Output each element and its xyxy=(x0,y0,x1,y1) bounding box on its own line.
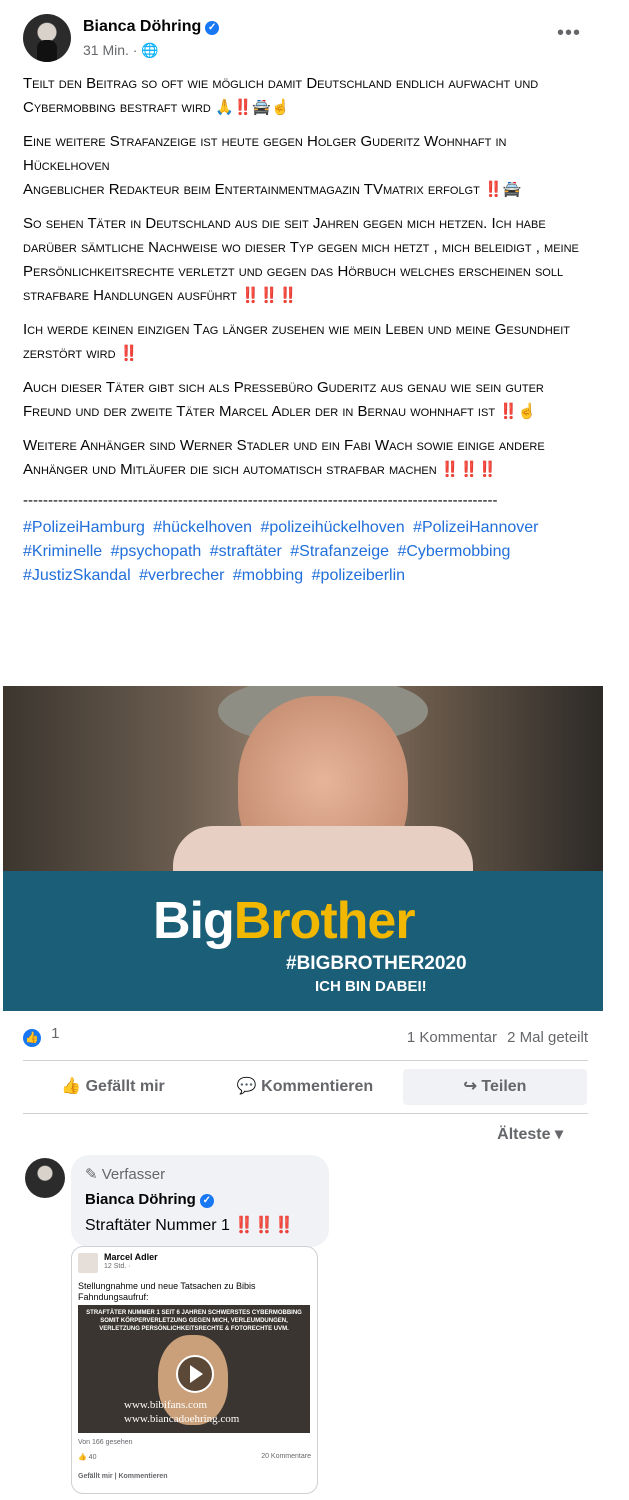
share-button[interactable]: ↪ Teilen xyxy=(403,1069,587,1105)
comment-button[interactable]: 💬 Kommentieren xyxy=(215,1069,395,1105)
attachment-author: Marcel Adler xyxy=(104,1252,158,1262)
like-button[interactable]: 👍 Gefällt mir xyxy=(23,1069,203,1105)
author-avatar[interactable] xyxy=(23,14,71,62)
engagement-counts: 1 Kommentar 2 Mal geteilt xyxy=(407,1029,588,1046)
commenter-avatar[interactable] xyxy=(25,1158,65,1198)
video-url: www.biancadoehring.com xyxy=(124,1413,240,1425)
hashtag-link[interactable]: #mobbing xyxy=(233,567,303,584)
attachment-video: STRAFTÄTER NUMMER 1 SEIT 6 JAHREN SCHWER… xyxy=(78,1305,310,1433)
comment-author[interactable]: Bianca Döhring ✓ xyxy=(85,1191,214,1208)
share-icon: ↪ xyxy=(463,1078,477,1095)
comment-bubble: ✎ Verfasser Bianca Döhring ✓ Straftäter N… xyxy=(71,1155,329,1247)
chevron-down-icon: ▾ xyxy=(554,1126,563,1143)
attachment-views: Von 166 gesehen xyxy=(78,1439,133,1446)
post-meta: 31 Min. · 🌐 xyxy=(83,42,159,59)
hashtag-link[interactable]: #straftäter xyxy=(210,543,282,560)
video-url: www.bibifans.com xyxy=(124,1399,207,1411)
post-stats: 👍 1 1 Kommentar 2 Mal geteilt xyxy=(23,1025,588,1053)
post-time[interactable]: 31 Min. · xyxy=(83,42,137,58)
post-paragraph: Eine weitere Strafanzeige ist heute gege… xyxy=(23,133,507,174)
hashtag-link[interactable]: #polizeihückelhoven xyxy=(261,519,405,536)
verified-badge-icon: ✓ xyxy=(199,1194,214,1208)
hashtag-link[interactable]: #hückelhoven xyxy=(153,519,252,536)
hashtag-list: #PolizeiHamburg #hückelhoven #polizeihüc… xyxy=(23,516,588,588)
hashtag-link[interactable]: #PolizeiHamburg xyxy=(23,519,145,536)
hashtag-link[interactable]: #psychopath xyxy=(111,543,202,560)
hashtag-link[interactable]: #polizeiberlin xyxy=(312,567,405,584)
attachment-avatar xyxy=(78,1253,98,1273)
verified-badge-icon: ✓ xyxy=(205,21,220,35)
pencil-icon: ✎ xyxy=(85,1166,98,1183)
hashtag-link[interactable]: #Cybermobbing xyxy=(397,543,510,560)
attachment-likes: 👍 40 xyxy=(78,1454,97,1461)
play-icon xyxy=(176,1355,214,1393)
hashtag-link[interactable]: #Kriminelle xyxy=(23,543,102,560)
video-caption: STRAFTÄTER NUMMER 1 SEIT 6 JAHREN SCHWER… xyxy=(86,1310,302,1332)
post-paragraph: So sehen Täter in Deutschland aus die se… xyxy=(23,215,579,304)
comment-attachment[interactable]: Marcel Adler 12 Std. · Stellungnahme und… xyxy=(71,1246,318,1494)
separator-line: ----------------------------------------… xyxy=(23,492,498,509)
post-paragraph: Auch dieser Täter gibt sich als Pressebü… xyxy=(23,379,544,420)
author-tag: ✎ Verfasser xyxy=(85,1166,166,1183)
globe-icon: 🌐 xyxy=(141,42,159,58)
attachment-time: 12 Std. · xyxy=(104,1263,131,1270)
comment-sort-dropdown[interactable]: Älteste ▾ xyxy=(497,1124,563,1144)
attachment-text: Stellungnahme und neue Tatsachen zu Bibi… xyxy=(78,1281,256,1302)
image-subtitle: ICH BIN DABEI! xyxy=(315,978,427,995)
like-reaction-icon[interactable]: 👍 xyxy=(23,1029,41,1047)
big-brother-logo: BigBrother xyxy=(153,892,416,950)
post-paragraph: Ich werde keinen einzigen Tag länger zus… xyxy=(23,321,570,362)
image-hashtag: #BIGBROTHER2020 xyxy=(286,953,467,974)
post-body: Teilt den Beitrag so oft wie möglich dam… xyxy=(23,72,588,588)
like-count[interactable]: 1 xyxy=(51,1025,59,1042)
post-actions: 👍 Gefällt mir 💬 Kommentieren ↪ Teilen xyxy=(23,1060,588,1114)
share-count[interactable]: 2 Mal geteilt xyxy=(507,1029,588,1046)
comment-text: Straftäter Nummer 1 ‼️‼️‼️ xyxy=(85,1217,295,1234)
thumb-up-icon: 👍 xyxy=(61,1078,82,1095)
post-paragraph: Weitere Anhänger sind Werner Stadler und… xyxy=(23,437,545,478)
more-options-icon[interactable]: ••• xyxy=(557,22,581,45)
attachment-actions: Gefällt mir | Kommentieren xyxy=(78,1473,168,1480)
author-name-row[interactable]: Bianca Döhring ✓ xyxy=(83,18,220,36)
like-reaction-icon: 👍 xyxy=(78,1454,87,1461)
comment-icon: 💬 xyxy=(236,1078,257,1095)
post-paragraph: Angeblicher Redakteur beim Entertainment… xyxy=(23,181,522,198)
post-card: Bianca Döhring ✓ 31 Min. · 🌐 ••• Teilt de… xyxy=(3,0,603,1500)
post-image[interactable]: BigBrother #BIGBROTHER2020 ICH BIN DABEI… xyxy=(3,686,603,1011)
post-header: Bianca Döhring ✓ 31 Min. · 🌐 ••• xyxy=(23,14,603,64)
post-paragraph: Teilt den Beitrag so oft wie möglich dam… xyxy=(23,75,539,116)
hashtag-link[interactable]: #JustizSkandal xyxy=(23,567,131,584)
hashtag-link[interactable]: #verbrecher xyxy=(139,567,224,584)
author-name[interactable]: Bianca Döhring xyxy=(83,18,201,35)
hashtag-link[interactable]: #PolizeiHannover xyxy=(413,519,538,536)
hashtag-link[interactable]: #Strafanzeige xyxy=(290,543,389,560)
comment-count[interactable]: 1 Kommentar xyxy=(407,1029,497,1046)
attachment-comments: 20 Kommentare xyxy=(261,1453,311,1460)
